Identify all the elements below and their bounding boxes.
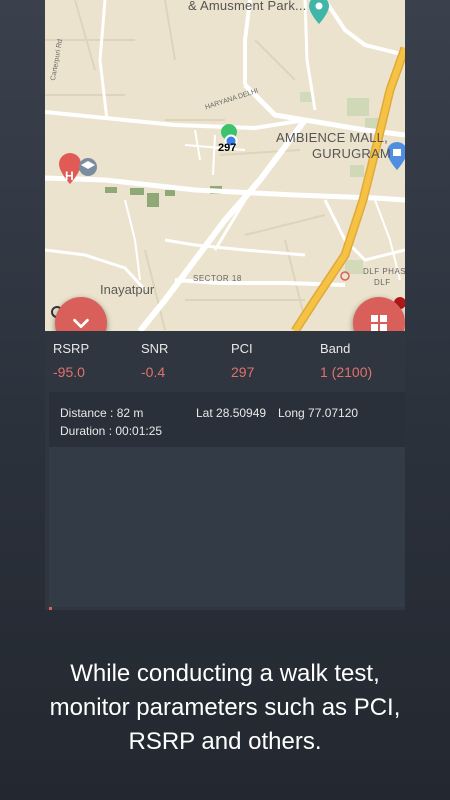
progress-indicator	[49, 607, 52, 610]
stat-pci: PCI 297	[231, 341, 254, 380]
caption-line-1: While conducting a walk test,	[70, 660, 380, 687]
duration-text: Duration : 00:01:25	[60, 424, 163, 438]
park-pin-icon	[309, 0, 329, 24]
stat-band-label: Band	[320, 341, 351, 356]
map-label-gurugram: GURUGRAM	[312, 146, 391, 161]
grid-icon	[371, 315, 387, 331]
map-label-inayatpur: Inayatpur	[100, 282, 155, 297]
app-screen: & Amusment Park... Carterpuri Rd HARYANA…	[45, 0, 405, 610]
stat-pci-label: PCI	[231, 341, 253, 356]
hospital-pin-label: H	[65, 169, 74, 183]
stat-rsrp-label: RSRP	[53, 341, 90, 356]
map-label-amusement-park: & Amusment Park...	[188, 0, 307, 13]
stat-snr-label: SNR	[141, 341, 169, 356]
map-label-sector-18: SECTOR 18	[193, 274, 242, 283]
map-label-dlf: DLF	[374, 278, 391, 287]
stat-snr-value: -0.4	[141, 364, 166, 380]
map-label-dlf-phase: DLF PHASE	[363, 267, 405, 276]
map-pci-marker: 297	[218, 142, 237, 154]
details-panel: Distance : 82 m Duration : 00:01:25 Lat …	[49, 392, 405, 607]
stat-band: Band 1 (2100)	[320, 341, 372, 380]
school-icon	[79, 158, 97, 176]
stat-rsrp: RSRP -95.0	[53, 341, 89, 380]
stat-band-value: 1 (2100)	[320, 364, 373, 380]
distance-text: Distance : 82 m	[60, 406, 144, 420]
caption: While conducting a walk test, monitor pa…	[0, 657, 450, 759]
latitude-text: Lat 28.50949	[196, 406, 267, 420]
map-label-ambience-mall: AMBIENCE MALL,	[276, 130, 388, 145]
stat-snr: SNR -0.4	[141, 341, 168, 380]
stat-rsrp-value: -95.0	[53, 364, 85, 380]
stat-pci-value: 297	[231, 364, 255, 380]
map-view[interactable]: & Amusment Park... Carterpuri Rd HARYANA…	[45, 0, 405, 331]
caption-line-2: monitor parameters such as PCI,	[49, 694, 401, 721]
caption-line-3: RSRP and others.	[128, 728, 322, 755]
stats-panel: RSRP -95.0 SNR -0.4 PCI 297 Band 1 (2100…	[45, 331, 405, 392]
longitude-text: Long 77.07120	[278, 406, 359, 420]
